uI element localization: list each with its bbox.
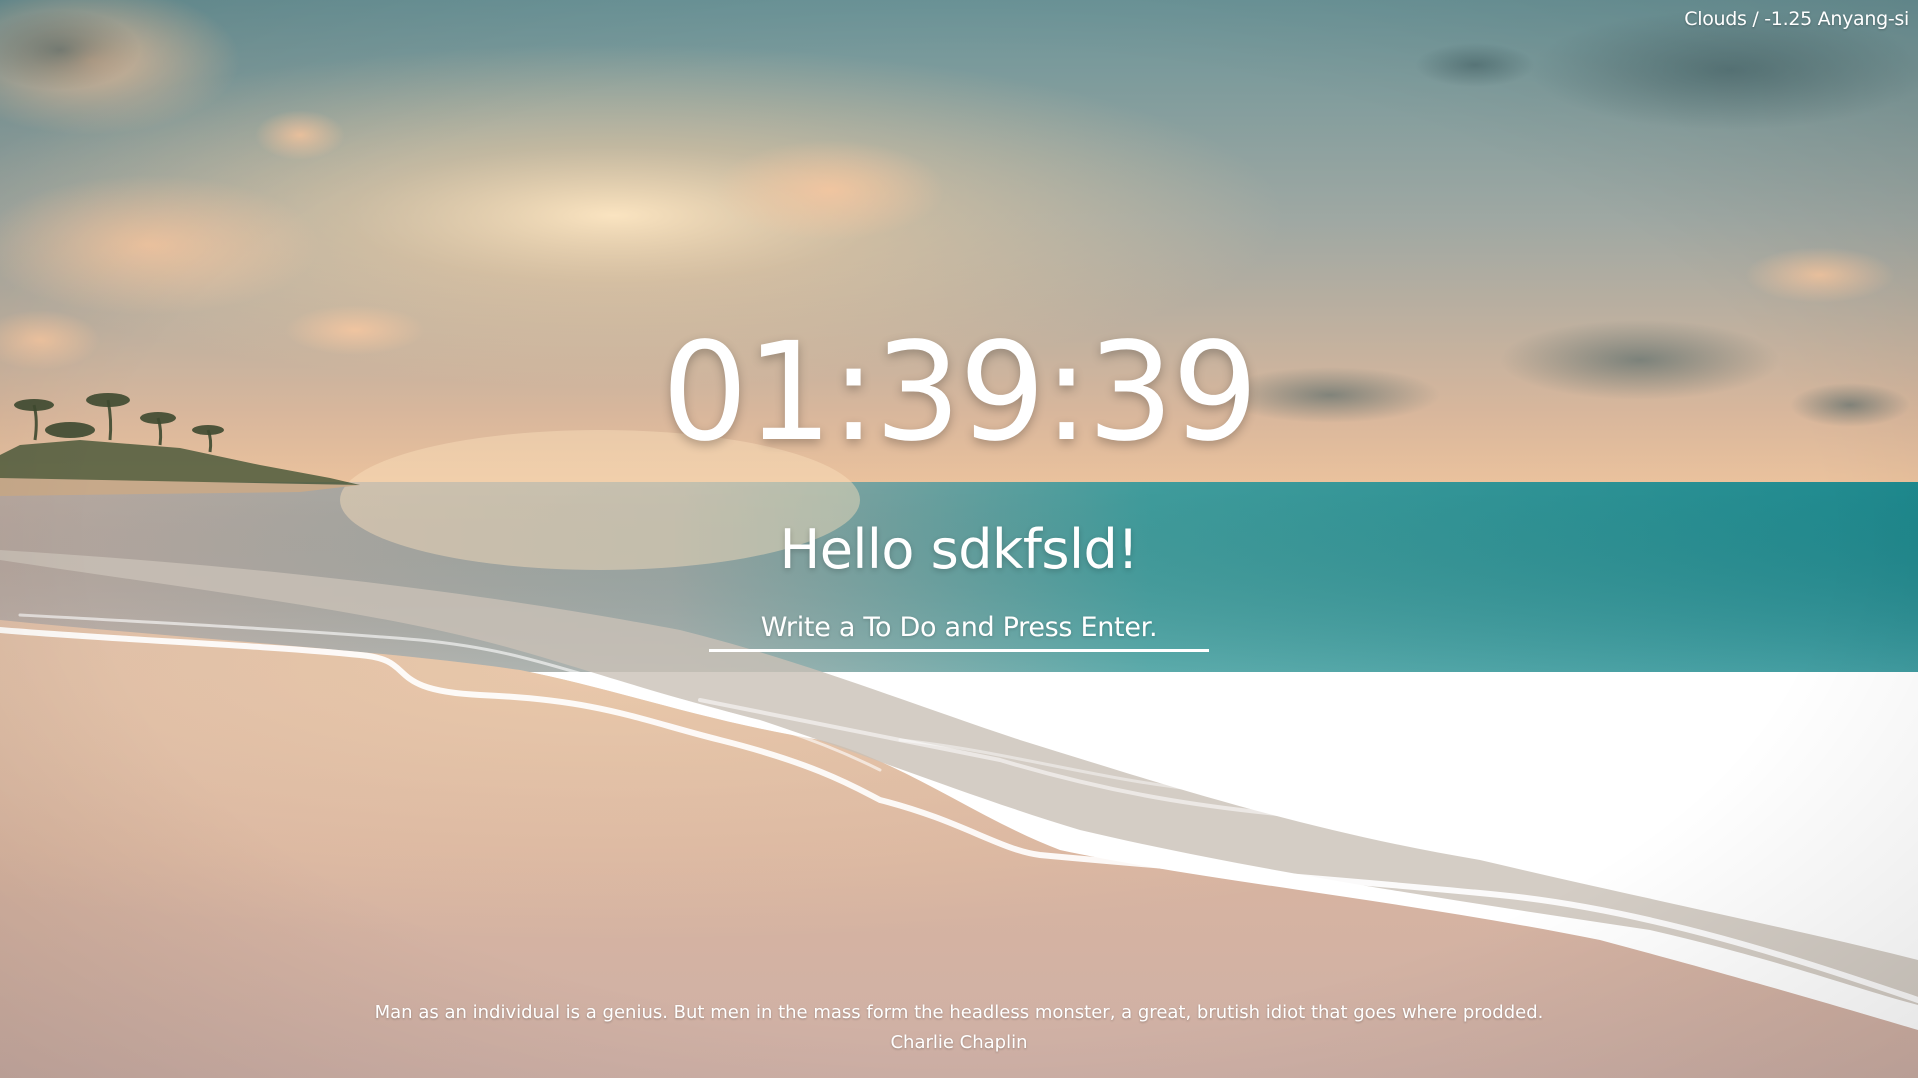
greeting-text: Hello sdkfsld! <box>779 518 1139 581</box>
clock-time: 01:39:39 <box>661 314 1259 472</box>
todo-input[interactable] <box>709 612 1209 652</box>
quote-author: Charlie Chaplin <box>890 1032 1028 1053</box>
quote-text: Man as an individual is a genius. But me… <box>374 1002 1544 1023</box>
weather-status: Clouds / -1.25 Anyang-si <box>1684 8 1909 30</box>
quote-box: Man as an individual is a genius. But me… <box>0 998 1918 1058</box>
todo-form <box>709 612 1209 652</box>
main-panel: 01:39:39 Hello sdkfsld! <box>0 318 1918 652</box>
